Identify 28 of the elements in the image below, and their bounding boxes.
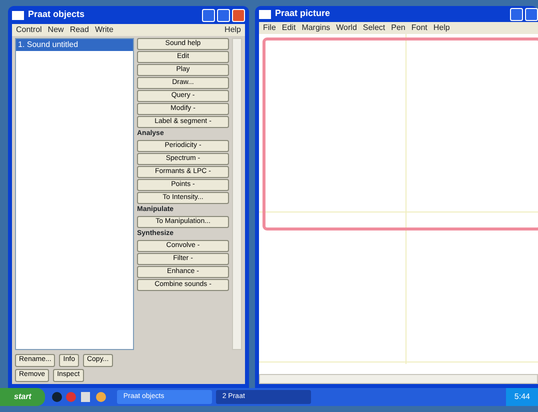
menu-item[interactable]: Help xyxy=(433,22,450,34)
window-icon xyxy=(259,10,271,18)
scrollbar[interactable] xyxy=(259,374,538,384)
menu-item[interactable]: Pen xyxy=(391,22,406,34)
start-button[interactable]: start xyxy=(0,388,46,406)
clock: 5:44 xyxy=(514,391,530,403)
menu-item[interactable]: Control xyxy=(16,24,42,36)
maximize-button[interactable] xyxy=(525,8,538,20)
menu-item[interactable]: Select xyxy=(362,22,386,34)
close-button[interactable] xyxy=(232,8,245,22)
menu-item[interactable]: Margins xyxy=(302,22,330,34)
menu-item[interactable]: Read xyxy=(70,24,89,36)
scrollbar[interactable] xyxy=(232,38,242,350)
minimize-button[interactable] xyxy=(202,8,215,22)
menu-item[interactable]: Write xyxy=(94,24,114,36)
menu-item[interactable]: Font xyxy=(411,22,428,34)
menu-item[interactable]: Help xyxy=(224,24,241,36)
object-list[interactable]: 1. Sound untitled xyxy=(15,38,134,350)
menu-item[interactable]: World xyxy=(336,22,357,34)
window-icon xyxy=(12,10,24,20)
window-title: Praat picture xyxy=(275,7,330,20)
window-title: Praat objects xyxy=(28,8,85,22)
minimize-button[interactable] xyxy=(510,8,523,20)
maximize-button[interactable] xyxy=(217,8,230,22)
object-item[interactable]: 1. Sound untitled xyxy=(16,39,133,51)
menu-item[interactable]: Edit xyxy=(282,22,296,34)
menu-item[interactable]: File xyxy=(263,22,276,34)
menu-item[interactable]: New xyxy=(48,24,64,36)
